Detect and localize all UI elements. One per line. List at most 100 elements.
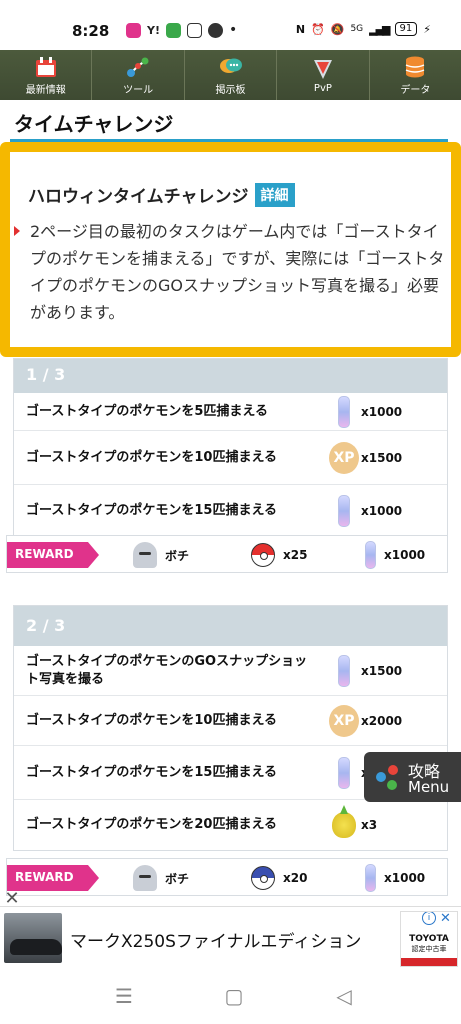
- reward-row-1: REWARD ボチ x25 x1000: [6, 535, 448, 573]
- task-row: ゴーストタイプのポケモンを10匹捕まえる XP x2000: [14, 696, 447, 746]
- reward-label: ボチ: [165, 548, 190, 563]
- recent-apps-icon[interactable]: ☰: [112, 984, 136, 1008]
- potion-icon: [329, 653, 359, 689]
- yahoo-icon: Y!: [147, 23, 160, 37]
- mute-icon: 🔕: [330, 22, 345, 36]
- task-row: ゴーストタイプのポケモンを5匹捕まえる x1000: [14, 393, 447, 431]
- status-bar: 8:28 Y! • N ⏰ 🔕 5G ▂▄▆ 91 ⚡: [0, 0, 461, 50]
- database-icon: [402, 55, 428, 79]
- nfc-icon: N: [295, 22, 306, 36]
- section-header: 2 / 3: [14, 606, 447, 646]
- bullet-marker-icon: [14, 226, 20, 236]
- info-heading: ハロウィンタイムチャレンジ 詳細: [28, 182, 295, 207]
- task-amount: x1500: [361, 450, 403, 465]
- nav-item-tools[interactable]: ツール: [92, 50, 185, 100]
- home-icon[interactable]: ▢: [222, 984, 246, 1008]
- section-header: 1 / 3: [14, 359, 447, 393]
- more-dot-icon: •: [228, 22, 238, 38]
- ad-brand: TOYOTA: [409, 934, 449, 944]
- detail-link[interactable]: 詳細: [254, 182, 295, 207]
- charging-icon: ⚡: [423, 22, 431, 36]
- task-text: ゴーストタイプのポケモンを20匹捕まえる: [26, 817, 278, 832]
- shield-app-icon: [165, 22, 181, 38]
- reward-item: x1000: [365, 859, 425, 897]
- reward-item: x1000: [365, 536, 425, 574]
- tool-nodes-icon: [125, 55, 151, 79]
- nav-label: PvP: [313, 82, 332, 94]
- reward-item: x20: [251, 859, 307, 897]
- task-row: ゴーストタイプのポケモンのGOスナップショット写真を撮る x1500: [14, 646, 447, 696]
- reward-label: x20: [283, 871, 308, 885]
- poke-ball-icon: [251, 543, 275, 567]
- status-system-icons: N ⏰ 🔕 5G ▂▄▆ 91 ⚡: [296, 22, 431, 36]
- reward-item: ボチ: [133, 536, 189, 574]
- task-text: ゴーストタイプのポケモンを15匹捕まえる: [26, 503, 278, 518]
- reward-row-2: REWARD ボチ x20 x1000: [6, 858, 448, 896]
- task-amount: x1000: [361, 504, 403, 518]
- potion-icon: [329, 394, 359, 430]
- reward-label: x1000: [384, 548, 426, 562]
- task-text: ゴーストタイプのポケモンを10匹捕まえる: [26, 449, 278, 465]
- system-nav-bar: ☰ ▢ ◁: [0, 968, 461, 1024]
- task-text: ゴーストタイプのポケモンを5匹捕まえる: [26, 403, 269, 419]
- battery-indicator: 91: [394, 22, 418, 36]
- ad-banner[interactable]: マークX250Sファイナルエディション i ✕ TOYOTA 認定中古車: [0, 906, 461, 968]
- nav-item-pvp[interactable]: PvP: [277, 50, 370, 100]
- nav-item-data[interactable]: データ: [370, 50, 461, 100]
- menu-label-menu: Menu: [408, 778, 450, 796]
- task-amount: x1000: [361, 404, 403, 419]
- ghost-pokemon-icon: [133, 865, 157, 891]
- ad-car-image: [4, 913, 62, 963]
- potion-icon: [365, 864, 376, 892]
- task-text: ゴーストタイプのポケモンを15匹捕まえる: [26, 764, 278, 780]
- xp-icon: XP: [329, 440, 359, 476]
- task-amount: x3: [361, 818, 378, 832]
- task-amount: x2000: [361, 713, 403, 728]
- reward-label: ボチ: [165, 871, 190, 886]
- task-section-1: 1 / 3 ゴーストタイプのポケモンを5匹捕まえる x1000 ゴーストタイプの…: [13, 358, 448, 538]
- great-ball-icon: [251, 866, 275, 890]
- pineapple-icon: [329, 807, 359, 843]
- task-row: ゴーストタイプのポケモンを10匹捕まえる XP x1500: [14, 431, 447, 485]
- status-time: 8:28: [72, 22, 110, 40]
- reward-badge: REWARD: [7, 865, 99, 891]
- task-amount: x1500: [361, 663, 403, 678]
- xp-icon: XP: [329, 703, 359, 739]
- reward-badge: REWARD: [7, 542, 99, 568]
- guide-menu-button[interactable]: 攻略 Menu: [364, 752, 461, 802]
- ad-text: マークX250Sファイナルエディション: [70, 932, 362, 952]
- task-text: ゴーストタイプのポケモンのGOスナップショット写真を撮る: [26, 653, 308, 687]
- halloween-info-box: ハロウィンタイムチャレンジ 詳細 2ページ目の最初のタスクはゲーム内では「ゴース…: [0, 142, 461, 357]
- nav-label: ツール: [123, 84, 154, 96]
- task-text: ゴーストタイプのポケモンを10匹捕まえる: [26, 712, 278, 728]
- alarm-icon: ⏰: [311, 22, 325, 36]
- network-label: 5G: [350, 24, 364, 34]
- reward-label: x25: [283, 548, 308, 562]
- potion-icon: [329, 493, 359, 529]
- nav-label: 最新情報: [25, 84, 66, 96]
- nav-item-news[interactable]: 最新情報: [0, 50, 93, 100]
- ghost-pokemon-icon: [133, 542, 157, 568]
- reward-label: x1000: [384, 871, 426, 885]
- nav-label: データ: [400, 84, 431, 96]
- reward-item: ボチ: [133, 859, 189, 897]
- potion-icon: [365, 541, 376, 569]
- page-title: タイムチャレンジ: [14, 112, 174, 136]
- app-notification-icon: [126, 22, 141, 38]
- news-icon: [186, 22, 202, 38]
- shield-icon: [310, 57, 336, 81]
- site-nav: 最新情報 ツール 掲示板 PvP データ: [0, 50, 461, 100]
- potion-icon: [329, 755, 359, 791]
- nav-item-board[interactable]: 掲示板: [185, 50, 278, 100]
- task-row: ゴーストタイプのポケモンを15匹捕まえる x1000: [14, 485, 447, 537]
- ad-brand-sub: 認定中古車: [411, 945, 447, 953]
- task-row: ゴーストタイプのポケモンを20匹捕まえる x3: [14, 800, 447, 850]
- signal-icon: ▂▄▆: [369, 22, 390, 36]
- task-section-2: 2 / 3 ゴーストタイプのポケモンのGOスナップショット写真を撮る x1500…: [13, 605, 448, 851]
- reward-item: x25: [251, 536, 307, 574]
- status-notification-icons: Y! •: [126, 22, 237, 38]
- ad-brand-logo: TOYOTA 認定中古車: [400, 911, 458, 967]
- info-body: 2ページ目の最初のタスクはゲーム内では「ゴーストタイプのポケモンを捕まえる」です…: [30, 222, 445, 322]
- nav-label: 掲示板: [215, 84, 246, 96]
- back-icon[interactable]: ◁: [332, 984, 356, 1008]
